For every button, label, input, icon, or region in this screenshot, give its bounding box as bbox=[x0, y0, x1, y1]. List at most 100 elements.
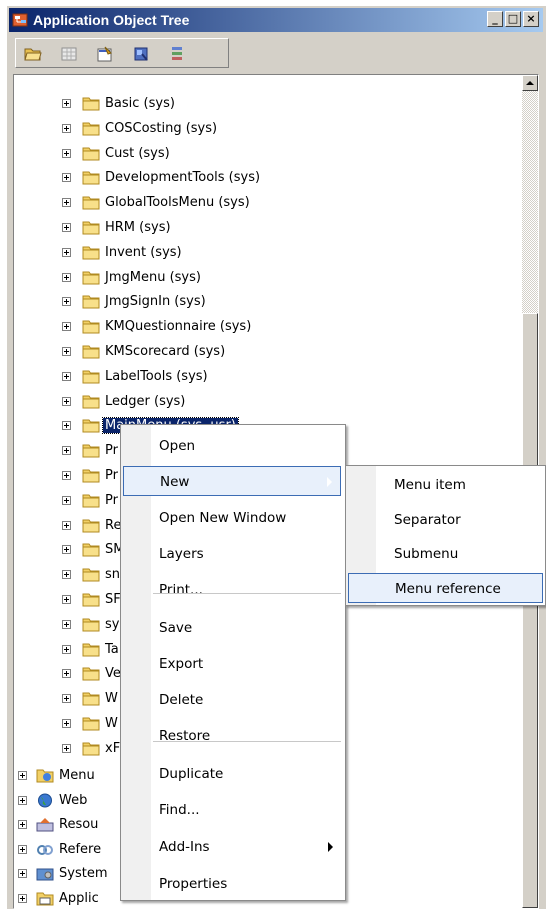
tree-node-label[interactable]: KMQuestionnaire (sys) bbox=[103, 319, 253, 334]
tree-root-label[interactable]: Refere bbox=[57, 842, 103, 857]
context-menu-item-restore[interactable]: Restore bbox=[123, 721, 341, 751]
title-bar[interactable]: Application Object Tree _ □ × bbox=[9, 8, 543, 32]
open-folder-icon[interactable] bbox=[24, 45, 42, 63]
expand-plus-icon[interactable] bbox=[18, 869, 27, 878]
tree-node-ledger-sys-12[interactable]: Ledger (sys) bbox=[14, 393, 514, 415]
context-menu-item-export[interactable]: Export bbox=[123, 649, 341, 679]
tree-node-label[interactable]: Basic (sys) bbox=[103, 96, 177, 111]
context-menu-item-add-ins[interactable]: Add-Ins bbox=[123, 832, 341, 862]
context-menu-item-properties[interactable]: Properties bbox=[123, 869, 341, 899]
tree-node-label[interactable]: LabelTools (sys) bbox=[103, 369, 210, 384]
tree-node-jmgmenu-sys-7[interactable]: JmgMenu (sys) bbox=[14, 269, 514, 291]
tree-node-label[interactable]: GlobalToolsMenu (sys) bbox=[103, 195, 252, 210]
tree-node-label[interactable]: Invent (sys) bbox=[103, 245, 184, 260]
submenu-item-menu-item[interactable]: Menu item bbox=[348, 470, 543, 500]
submenu-item-submenu[interactable]: Submenu bbox=[348, 539, 543, 569]
tree-node-label[interactable]: sy bbox=[103, 617, 121, 632]
tree-node-jmgsignin-sys-8[interactable]: JmgSignIn (sys) bbox=[14, 293, 514, 315]
expand-plus-icon[interactable] bbox=[62, 124, 71, 133]
scroll-thumb[interactable] bbox=[522, 313, 538, 908]
expand-plus-icon[interactable] bbox=[62, 446, 71, 455]
expand-plus-icon[interactable] bbox=[62, 645, 71, 654]
expand-plus-icon[interactable] bbox=[62, 322, 71, 331]
tree-node-label[interactable]: Ledger (sys) bbox=[103, 394, 187, 409]
tree-root-resou[interactable]: Resou bbox=[14, 816, 124, 838]
expand-plus-icon[interactable] bbox=[62, 99, 71, 108]
tree-node-label[interactable]: JmgMenu (sys) bbox=[103, 270, 203, 285]
expand-plus-icon[interactable] bbox=[62, 248, 71, 257]
expand-plus-icon[interactable] bbox=[62, 471, 71, 480]
compile-icon[interactable] bbox=[132, 45, 150, 63]
tree-node-label[interactable]: Pr bbox=[103, 493, 120, 508]
expand-plus-icon[interactable] bbox=[62, 397, 71, 406]
tree-root-label[interactable]: Resou bbox=[57, 817, 100, 832]
tree-node-label[interactable]: Pr bbox=[103, 468, 120, 483]
tree-node-label[interactable]: Cust (sys) bbox=[103, 146, 172, 161]
tree-root-label[interactable]: System bbox=[57, 866, 109, 881]
expand-plus-icon[interactable] bbox=[62, 669, 71, 678]
expand-plus-icon[interactable] bbox=[62, 347, 71, 356]
tree-node-basic-sys-0[interactable]: Basic (sys) bbox=[14, 95, 514, 117]
tree-node-label[interactable]: DevelopmentTools (sys) bbox=[103, 170, 262, 185]
tree-node-label[interactable]: COSCosting (sys) bbox=[103, 121, 219, 136]
tree-node-label[interactable]: Pr bbox=[103, 443, 120, 458]
expand-plus-icon[interactable] bbox=[18, 820, 27, 829]
expand-plus-icon[interactable] bbox=[62, 297, 71, 306]
expand-plus-icon[interactable] bbox=[62, 694, 71, 703]
expand-plus-icon[interactable] bbox=[62, 595, 71, 604]
tree-node-kmquestionnaire-sys-9[interactable]: KMQuestionnaire (sys) bbox=[14, 318, 514, 340]
expand-plus-icon[interactable] bbox=[62, 372, 71, 381]
context-menu-item-find[interactable]: Find... bbox=[123, 795, 341, 825]
expand-plus-icon[interactable] bbox=[62, 173, 71, 182]
context-menu-item-open-new-window[interactable]: Open New Window bbox=[123, 503, 341, 533]
tree-node-kmscorecard-sys-10[interactable]: KMScorecard (sys) bbox=[14, 343, 514, 365]
expand-plus-icon[interactable] bbox=[62, 198, 71, 207]
expand-plus-icon[interactable] bbox=[62, 719, 71, 728]
submenu-item-menu-reference[interactable]: Menu reference bbox=[348, 573, 543, 603]
context-menu-item-open[interactable]: Open bbox=[123, 431, 341, 461]
expand-plus-icon[interactable] bbox=[62, 545, 71, 554]
context-menu-item-save[interactable]: Save bbox=[123, 613, 341, 643]
tree-node-globaltoolsmenu-sys-4[interactable]: GlobalToolsMenu (sys) bbox=[14, 194, 514, 216]
expand-plus-icon[interactable] bbox=[18, 894, 27, 903]
minimize-button[interactable]: _ bbox=[487, 11, 503, 27]
context-menu-item-layers[interactable]: Layers bbox=[123, 539, 341, 569]
grid-icon[interactable] bbox=[60, 45, 78, 63]
tree-node-hrm-sys-5[interactable]: HRM (sys) bbox=[14, 219, 514, 241]
expand-plus-icon[interactable] bbox=[18, 845, 27, 854]
tree-node-coscosting-sys-1[interactable]: COSCosting (sys) bbox=[14, 120, 514, 142]
close-button[interactable]: × bbox=[523, 11, 539, 27]
tree-root-label[interactable]: Web bbox=[57, 793, 89, 808]
tree-node-label[interactable]: HRM (sys) bbox=[103, 220, 173, 235]
sort-icon[interactable] bbox=[168, 45, 186, 63]
context-menu-item-duplicate[interactable]: Duplicate bbox=[123, 759, 341, 789]
tree-node-label[interactable]: JmgSignIn (sys) bbox=[103, 294, 208, 309]
tree-root-applic[interactable]: Applic bbox=[14, 890, 124, 909]
properties-icon[interactable] bbox=[96, 45, 114, 63]
context-menu-item-new[interactable]: New bbox=[123, 466, 341, 496]
expand-plus-icon[interactable] bbox=[62, 496, 71, 505]
context-menu-item-delete[interactable]: Delete bbox=[123, 685, 341, 715]
expand-plus-icon[interactable] bbox=[62, 273, 71, 282]
expand-plus-icon[interactable] bbox=[18, 771, 27, 780]
tree-node-developmenttools-sys-3[interactable]: DevelopmentTools (sys) bbox=[14, 169, 514, 191]
expand-plus-icon[interactable] bbox=[62, 223, 71, 232]
tree-root-menu[interactable]: Menu bbox=[14, 767, 124, 789]
context-menu-item-print[interactable]: Print... bbox=[123, 575, 341, 605]
expand-plus-icon[interactable] bbox=[18, 796, 27, 805]
expand-plus-icon[interactable] bbox=[62, 149, 71, 158]
tree-node-cust-sys-2[interactable]: Cust (sys) bbox=[14, 145, 514, 167]
maximize-button[interactable]: □ bbox=[505, 11, 521, 27]
expand-plus-icon[interactable] bbox=[62, 620, 71, 629]
tree-node-invent-sys-6[interactable]: Invent (sys) bbox=[14, 244, 514, 266]
tree-node-labeltools-sys-11[interactable]: LabelTools (sys) bbox=[14, 368, 514, 390]
expand-plus-icon[interactable] bbox=[62, 421, 71, 430]
scroll-up-arrow-icon[interactable] bbox=[522, 75, 538, 91]
expand-plus-icon[interactable] bbox=[62, 570, 71, 579]
tree-node-label[interactable]: Ta bbox=[103, 642, 121, 657]
tree-node-label[interactable]: W bbox=[103, 716, 120, 731]
tree-root-label[interactable]: Menu bbox=[57, 768, 97, 783]
tree-root-label[interactable]: Applic bbox=[57, 891, 101, 906]
tree-node-label[interactable]: W bbox=[103, 691, 120, 706]
tree-root-system[interactable]: System bbox=[14, 865, 124, 887]
